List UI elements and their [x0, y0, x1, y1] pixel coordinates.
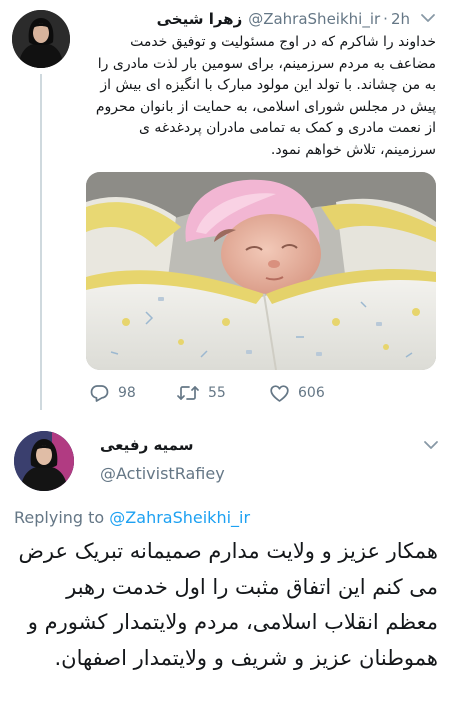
- retweet-count: 55: [208, 385, 226, 401]
- retweet-icon: [177, 386, 199, 400]
- separator: ·: [383, 10, 388, 28]
- replying-to-mention[interactable]: @ZahraSheikhi_ir: [109, 508, 250, 527]
- reply-tweet[interactable]: سمیه رفیعی @ActivistRafiey Replying to @…: [0, 414, 450, 713]
- tweet-header: زهرا شیخی @ZahraSheikhi_ir · 2h: [80, 7, 410, 31]
- tweet-actions: 98 55 606: [86, 380, 436, 406]
- like-button[interactable]: 606: [270, 380, 325, 406]
- heart-icon: [270, 384, 289, 402]
- reply-icon: [90, 385, 109, 402]
- reply-count: 98: [118, 385, 136, 401]
- timestamp[interactable]: 2h: [391, 10, 410, 28]
- author-handle[interactable]: @ZahraSheikhi_ir: [248, 10, 380, 28]
- author-handle[interactable]: @ActivistRafiey: [100, 464, 225, 483]
- avatar[interactable]: [12, 10, 70, 68]
- replying-to-label: Replying to: [14, 508, 110, 527]
- avatar[interactable]: [14, 431, 74, 491]
- author-name[interactable]: زهرا شیخی: [157, 10, 243, 28]
- retweet-button[interactable]: 55: [177, 380, 226, 406]
- tweet-text: خداوند را شاکرم که در اوج مسئولیت و توفی…: [95, 34, 436, 158]
- chevron-down-icon[interactable]: [423, 439, 439, 451]
- chevron-down-icon[interactable]: [420, 12, 436, 24]
- thread-line: [40, 74, 42, 410]
- reply-text: همکار عزیز و ولایت مدارم صمیمانه تبریک ع…: [18, 539, 438, 670]
- like-count: 606: [298, 385, 325, 401]
- replying-to: Replying to @ZahraSheikhi_ir: [14, 508, 250, 527]
- reply-button[interactable]: 98: [90, 380, 136, 406]
- tweet-photo[interactable]: [86, 172, 436, 370]
- author-name[interactable]: سمیه رفیعی: [100, 436, 193, 454]
- tweet[interactable]: زهرا شیخی @ZahraSheikhi_ir · 2h خداوند ر…: [0, 0, 450, 414]
